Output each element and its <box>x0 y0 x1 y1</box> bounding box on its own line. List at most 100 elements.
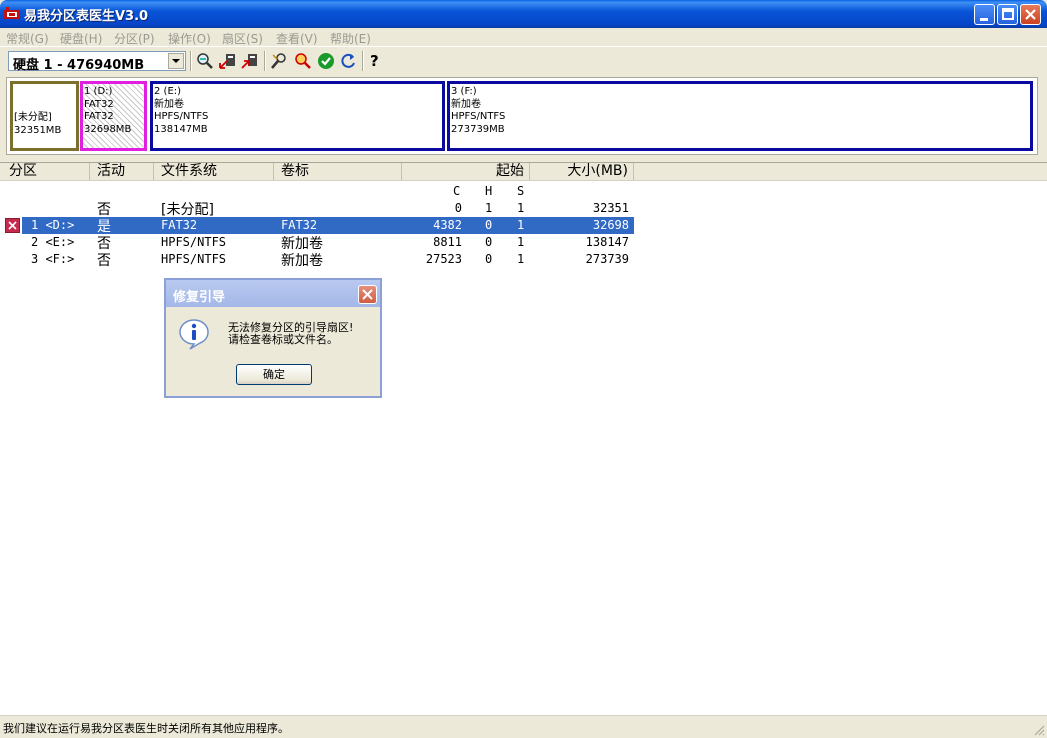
cell-h: 0 <box>485 252 493 266</box>
cell-h: 0 <box>485 235 493 249</box>
column-header-filesystem[interactable]: 文件系统 <box>154 163 274 180</box>
repair-tool-icon[interactable] <box>270 51 290 71</box>
dialog-title: 修复引导 <box>173 290 226 305</box>
column-header-size[interactable]: 大小(MB) <box>530 163 634 180</box>
disk-arrow-icon[interactable] <box>218 51 238 71</box>
partition-block-e[interactable]: 2 (E:) 新加卷 HPFS/NTFS 138147MB <box>150 81 445 151</box>
cell-c: 27523 <box>425 252 462 266</box>
partition-block-line: HPFS/NTFS <box>154 111 209 122</box>
cell-partition: 1 <D:> <box>31 218 75 232</box>
resize-grip-icon[interactable] <box>1033 724 1045 736</box>
cell-h: 0 <box>485 218 493 232</box>
partition-block-line: 32351MB <box>14 124 62 136</box>
cell-active: 否 <box>97 253 111 269</box>
partition-block-f[interactable]: 3 (F:) 新加卷 HPFS/NTFS 273739MB <box>447 81 1033 151</box>
check-icon[interactable] <box>316 51 336 71</box>
maximize-button[interactable] <box>997 4 1018 25</box>
partition-block-line: [未分配] <box>14 112 52 123</box>
refresh-icon[interactable] <box>338 51 358 71</box>
toolbar: 硬盘 1 - 476940MB ? <box>0 46 1047 75</box>
disk-select-value: 硬盘 1 - 476940MB <box>13 58 145 73</box>
menu-view[interactable]: 查看(V) <box>276 30 318 47</box>
dialog-message: 无法修复分区的引导扇区! 请检查卷标或文件名。 <box>228 322 353 346</box>
cell-partition: 2 <E:> <box>31 235 75 249</box>
partition-block-line: 32698MB <box>84 123 132 135</box>
cell-partition: 3 <F:> <box>31 252 75 266</box>
column-header-label[interactable]: 卷标 <box>274 163 402 180</box>
scan-icon[interactable] <box>293 51 313 71</box>
cell-filesystem: FAT32 <box>161 218 198 232</box>
cell-s: 1 <box>517 218 525 232</box>
disk-select[interactable]: 硬盘 1 - 476940MB <box>8 51 186 73</box>
subheader-h: H <box>485 184 493 198</box>
menu-disk[interactable]: 硬盘(H) <box>60 30 102 47</box>
menu-bar: 常规(G) 硬盘(H) 分区(P) 操作(O) 扇区(S) 查看(V) 帮助(E… <box>0 28 1047 46</box>
cell-c: 8811 <box>433 235 462 249</box>
error-x-icon <box>5 218 20 233</box>
partition-block-line: 3 (F:) <box>451 86 477 97</box>
cell-c: 4382 <box>433 218 462 232</box>
cell-label: FAT32 <box>281 218 318 232</box>
cell-filesystem: [未分配] <box>161 202 214 218</box>
search-partition-icon[interactable] <box>195 51 215 71</box>
partition-block-line: HPFS/NTFS <box>451 111 506 122</box>
dialog-close-button[interactable] <box>358 285 377 304</box>
status-bar: 我们建议在运行易我分区表医生时关闭所有其他应用程序。 <box>0 715 1047 738</box>
minimize-button[interactable] <box>974 4 995 25</box>
cell-s: 1 <box>517 252 525 266</box>
subheader-c: C <box>453 184 461 198</box>
partition-block-line: 新加卷 <box>451 98 481 110</box>
repair-boot-dialog: 修复引导 无法修复分区的引导扇区! 请检查卷标或文件名。 确定 <box>164 278 382 398</box>
ok-button[interactable]: 确定 <box>236 364 312 385</box>
info-icon <box>179 319 209 350</box>
column-header-active[interactable]: 活动 <box>90 163 154 180</box>
menu-general[interactable]: 常规(G) <box>6 30 49 47</box>
menu-help[interactable]: 帮助(E) <box>330 30 371 47</box>
dialog-title-bar[interactable]: 修复引导 <box>166 280 380 307</box>
partition-block-line: 273739MB <box>451 123 505 135</box>
cell-c: 0 <box>454 201 462 215</box>
close-icon <box>362 289 373 300</box>
partition-block-line: FAT32 <box>84 111 114 122</box>
menu-partition[interactable]: 分区(P) <box>114 30 155 47</box>
partition-block-line: 1 (D:) <box>84 86 113 97</box>
cell-size: 273739 <box>585 252 629 266</box>
help-icon[interactable]: ? <box>370 51 390 71</box>
partition-block-line: 138147MB <box>154 123 208 135</box>
partition-list[interactable]: 分区 活动 文件系统 卷标 起始 大小(MB) C H S 否 [未分配] 0 … <box>0 162 1047 716</box>
toolbar-separator <box>264 51 266 71</box>
partition-block-unallocated[interactable]: [未分配] 32351MB <box>10 81 79 151</box>
chevron-down-icon[interactable] <box>168 53 184 69</box>
minimize-icon <box>980 18 988 21</box>
cell-filesystem: HPFS/NTFS <box>161 252 227 266</box>
cell-size: 32351 <box>592 201 629 215</box>
cell-size: 138147 <box>585 235 629 249</box>
close-icon <box>1025 9 1036 20</box>
partition-map: [未分配] 32351MB 1 (D:) FAT32 FAT32 32698MB… <box>6 77 1038 155</box>
partition-block-line: 2 (E:) <box>154 86 182 97</box>
close-button[interactable] <box>1020 4 1041 25</box>
column-header-partition[interactable]: 分区 <box>0 163 90 180</box>
cell-s: 1 <box>517 235 525 249</box>
cell-filesystem: HPFS/NTFS <box>161 235 227 249</box>
status-text: 我们建议在运行易我分区表医生时关闭所有其他应用程序。 <box>3 722 289 735</box>
app-logo-icon <box>4 7 20 19</box>
cell-h: 1 <box>485 201 493 215</box>
disk-restore-icon[interactable] <box>240 51 260 71</box>
partition-block-line: 新加卷 <box>154 98 184 110</box>
maximize-icon <box>1002 8 1014 20</box>
menu-operation[interactable]: 操作(O) <box>168 30 211 47</box>
toolbar-separator <box>190 51 192 71</box>
subheader-s: S <box>517 184 525 198</box>
column-header-start[interactable]: 起始 <box>402 163 530 180</box>
cell-size: 32698 <box>592 218 629 232</box>
partition-block-d[interactable]: 1 (D:) FAT32 FAT32 32698MB <box>80 81 147 151</box>
cell-s: 1 <box>517 201 525 215</box>
window-title: 易我分区表医生V3.0 <box>24 9 149 24</box>
menu-sector[interactable]: 扇区(S) <box>222 30 263 47</box>
dialog-message-line: 请检查卷标或文件名。 <box>228 333 338 346</box>
title-bar[interactable]: 易我分区表医生V3.0 <box>0 0 1047 28</box>
list-header: 分区 活动 文件系统 卷标 起始 大小(MB) <box>0 163 1047 181</box>
cell-label: 新加卷 <box>281 253 323 269</box>
toolbar-separator <box>362 51 364 71</box>
